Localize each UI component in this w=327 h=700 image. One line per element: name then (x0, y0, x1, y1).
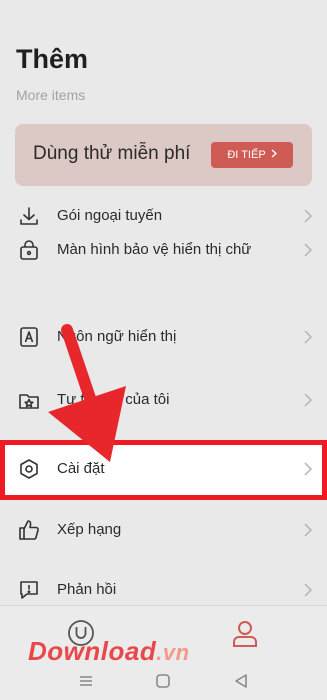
system-navigation-bar (0, 664, 327, 700)
profile-icon (230, 621, 260, 652)
chevron-right-icon (302, 329, 314, 345)
free-trial-banner[interactable]: Dùng thử miễn phí ĐI TIẾP (15, 124, 312, 186)
thumbs-up-icon (18, 519, 40, 541)
chevron-right-icon (302, 242, 314, 258)
home-button-icon[interactable] (155, 673, 171, 694)
free-trial-text: Dùng thử miễn phí (33, 143, 191, 164)
continue-button[interactable]: ĐI TIẾP (211, 142, 293, 168)
menu-item-label: Xếp hạng (57, 521, 122, 538)
chevron-right-icon (302, 582, 314, 598)
menu-item-label: Gói ngoại tuyến (57, 207, 163, 224)
letter-a-icon (18, 326, 40, 348)
menu-item-label: Phản hồi (57, 581, 117, 598)
menu-item-settings[interactable]: Cài đặt (0, 445, 327, 497)
download-icon (18, 205, 40, 227)
tab-profile[interactable] (230, 618, 260, 648)
page-header: Thêm More items (16, 44, 88, 103)
menu-item-display-language[interactable]: Ngôn ngữ hiển thị (0, 313, 327, 365)
chevron-right-icon (302, 208, 314, 224)
menu-item-label: Cài đặt (57, 460, 105, 477)
recent-apps-icon[interactable] (78, 674, 94, 693)
page-subtitle: More items (16, 87, 86, 103)
menu-item-lock-screen[interactable]: Màn hình bảo vệ hiển thị chữ (0, 226, 327, 278)
back-button-icon[interactable] (233, 673, 249, 694)
page-title: Thêm (16, 44, 89, 74)
feedback-icon (18, 579, 40, 601)
menu-item-label: Màn hình bảo vệ hiển thị chữ (57, 241, 252, 258)
chevron-right-icon (302, 461, 314, 477)
chevron-right-icon (271, 149, 277, 161)
download-watermark-logo: Download.vn (28, 636, 190, 666)
continue-button-label: ĐI TIẾP (227, 149, 266, 161)
menu-item-my-collection[interactable]: Tư tượng của tôi (0, 376, 327, 428)
menu-item-label: Ngôn ngữ hiển thị (57, 328, 177, 345)
chevron-right-icon (302, 392, 314, 408)
chevron-right-icon (302, 522, 314, 538)
star-folder-icon (18, 389, 40, 411)
settings-hexagon-icon (18, 458, 40, 480)
menu-item-rating[interactable]: Xếp hạng (0, 506, 327, 558)
menu-item-label: Tư tượng của tôi (57, 391, 170, 408)
lock-bag-icon (18, 239, 40, 261)
